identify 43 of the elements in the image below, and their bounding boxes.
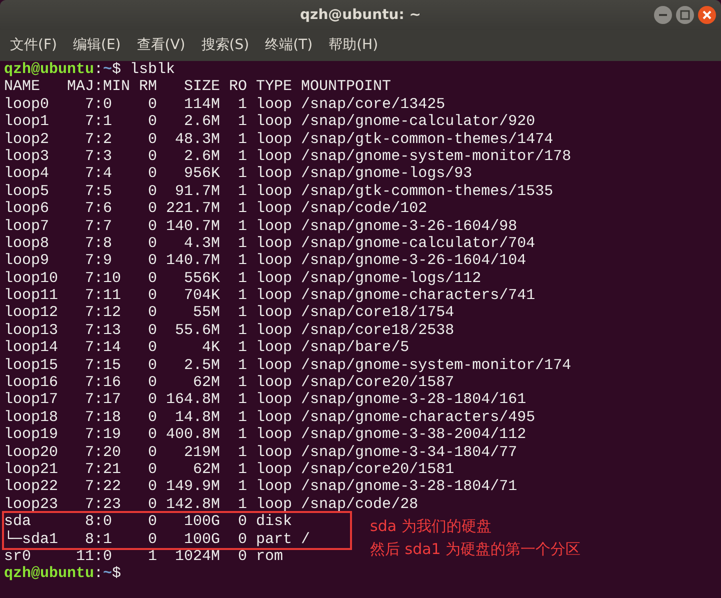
output-line: loop19 7:19 0 400.8M 1 loop /snap/gnome-3-38-2004/112 [4,426,526,444]
output-line: loop1 7:1 0 2.6M 1 loop /snap/gnome-calculator/920 [4,113,536,131]
output-line: loop17 7:17 0 164.8M 1 loop /snap/gnome-3-28-1804/161 [4,391,526,409]
output-line: loop6 7:6 0 221.7M 1 loop /snap/code/102 [4,200,428,218]
menu-item[interactable]: 终端(T) [259,35,319,56]
output-line: loop13 7:13 0 55.6M 1 loop /snap/core18/2538 [4,322,454,340]
prompt-line: qzh@ubuntu:~$ lsblk [4,61,176,78]
annotation-note: 然后 sda1 为硬盘的第一个分区 [370,539,581,560]
output-line: loop21 7:21 0 62M 1 loop /snap/core20/1581 [4,460,454,478]
output-line: loop0 7:0 0 114M 1 loop /snap/core/13425 [4,96,446,114]
output-line: sr0 11:0 1 1024M 0 rom [4,548,284,566]
output-line: loop23 7:23 0 142.8M 1 loop /snap/code/28 [4,496,418,514]
close-icon [702,10,712,20]
annotation-note: sda 为我们的硬盘 [370,516,492,538]
output-line: loop5 7:5 0 91.7M 1 loop /snap/gtk-common-themes/1535 [4,182,554,200]
output-line: sda 8:0 0 100G 0 disk [4,513,292,530]
output-line: loop20 7:20 0 219M 1 loop /snap/gnome-3-34-1804/77 [4,444,518,461]
output-line: loop8 7:8 0 4.3M 1 loop /snap/gnome-calculator/704 [4,234,536,252]
output-line: loop22 7:22 0 149.9M 1 loop /snap/gnome-3-28-1804/71 [4,478,518,496]
output-line: └─sda1 8:1 0 100G 0 part / [4,530,310,548]
menu-item[interactable]: 文件(F) [4,35,63,56]
maximize-icon [680,10,690,20]
prompt-line: qzh@ubuntu:~$ [4,565,122,583]
output-line: loop10 7:10 0 556K 1 loop /snap/gnome-logs/112 [4,270,482,288]
output-line: loop7 7:7 0 140.7M 1 loop /snap/gnome-3-26-1604/98 [4,218,518,235]
output-line: loop16 7:16 0 62M 1 loop /snap/core20/1587 [4,374,454,392]
menu-item[interactable]: 编辑(E) [66,35,127,56]
output-line: loop3 7:3 0 2.6M 1 loop /snap/gnome-system-monitor/178 [4,148,572,166]
output-line: loop18 7:18 0 14.8M 1 loop /snap/gnome-characters/495 [4,408,536,426]
output-line: loop2 7:2 0 48.3M 1 loop /snap/gtk-common-themes/1474 [4,130,554,148]
output-line: loop4 7:4 0 956K 1 loop /snap/gnome-logs/93 [4,165,472,183]
output-line: loop15 7:15 0 2.5M 1 loop /snap/gnome-system-monitor/174 [4,356,572,374]
output-line: loop12 7:12 0 55M 1 loop /snap/core18/1754 [4,304,454,322]
close-button[interactable] [698,6,716,24]
output-line: loop11 7:11 0 704K 1 loop /snap/gnome-characters/741 [4,287,536,304]
output-line: NAME MAJ:MIN RM SIZE RO TYPE MOUNTPOINT [4,78,392,96]
window-title: qzh@ubuntu: ~ [300,6,421,24]
output-line: loop14 7:14 0 4K 1 loop /snap/bare/5 [4,339,410,357]
menu-item[interactable]: 搜索(S) [195,35,256,56]
output-line: loop9 7:9 0 140.7M 1 loop /snap/gnome-3-26-1604/104 [4,252,526,270]
menu-item[interactable]: 查看(V) [130,35,192,56]
menu-item[interactable]: 帮助(H) [322,35,384,56]
minimize-button[interactable] [654,6,672,24]
